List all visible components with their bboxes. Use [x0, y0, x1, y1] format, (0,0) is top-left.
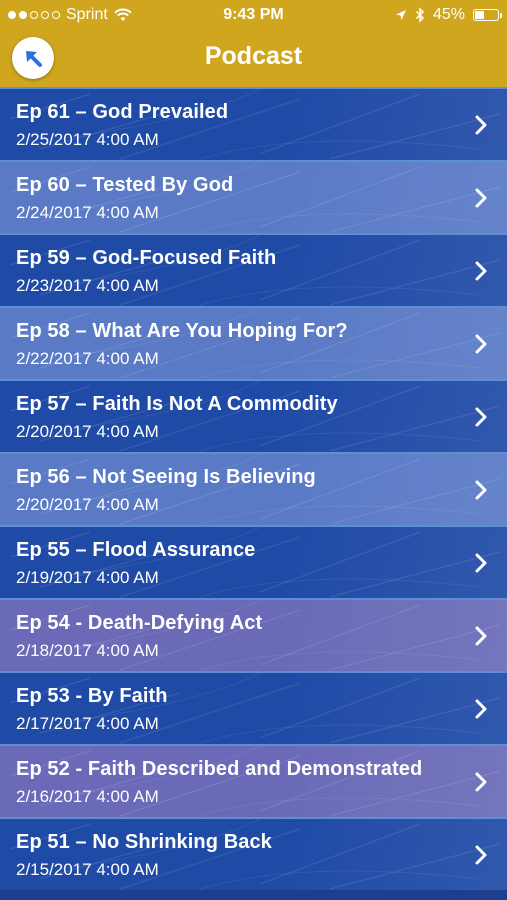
list-item[interactable]: Ep 61 – God Prevailed 2/25/2017 4:00 AM — [0, 87, 507, 160]
chevron-right-icon — [475, 699, 487, 719]
list-item[interactable]: Ep 55 – Flood Assurance 2/19/2017 4:00 A… — [0, 525, 507, 598]
episode-title: Ep 60 – Tested By God — [16, 174, 234, 196]
battery-level — [475, 11, 485, 19]
battery-percent: 45% — [432, 6, 465, 23]
episode-list: Ep 61 – God Prevailed 2/25/2017 4:00 AM … — [0, 87, 507, 890]
location-icon — [395, 10, 406, 20]
chevron-right-icon — [475, 772, 487, 792]
episode-date: 2/15/2017 4:00 AM — [16, 860, 159, 879]
episode-title: Ep 61 – God Prevailed — [16, 101, 229, 123]
list-item[interactable]: Ep 59 – God-Focused Faith 2/23/2017 4:00… — [0, 233, 507, 306]
nav-bar: Podcast — [0, 30, 507, 87]
chevron-right-icon — [475, 553, 487, 573]
list-item[interactable]: Ep 52 - Faith Described and Demonstrated… — [0, 744, 507, 817]
list-item[interactable]: Ep 51 – No Shrinking Back 2/15/2017 4:00… — [0, 817, 507, 890]
episode-date: 2/16/2017 4:00 AM — [16, 787, 159, 806]
episode-title: Ep 55 – Flood Assurance — [16, 539, 256, 561]
list-item[interactable]: Ep 58 – What Are You Hoping For? 2/22/20… — [0, 306, 507, 379]
status-bar: Sprint 9:43 PM 45% — [0, 0, 507, 30]
episode-date: 2/25/2017 4:00 AM — [16, 130, 159, 149]
episode-title: Ep 54 - Death-Defying Act — [16, 612, 263, 634]
battery-icon — [473, 9, 502, 21]
chevron-right-icon — [475, 845, 487, 865]
episode-title: Ep 57 – Faith Is Not A Commodity — [16, 393, 338, 415]
chevron-right-icon — [475, 188, 487, 208]
chevron-right-icon — [475, 407, 487, 427]
header: Sprint 9:43 PM 45% Podcast — [0, 0, 507, 87]
episode-title: Ep 51 – No Shrinking Back — [16, 831, 272, 853]
chevron-right-icon — [475, 626, 487, 646]
list-item[interactable]: Ep 60 – Tested By God 2/24/2017 4:00 AM — [0, 160, 507, 233]
episode-date: 2/23/2017 4:00 AM — [16, 276, 159, 295]
chevron-right-icon — [475, 261, 487, 281]
list-item[interactable]: Ep 57 – Faith Is Not A Commodity 2/20/20… — [0, 379, 507, 452]
episode-title: Ep 58 – What Are You Hoping For? — [16, 320, 348, 342]
episode-date: 2/18/2017 4:00 AM — [16, 641, 159, 660]
episode-date: 2/24/2017 4:00 AM — [16, 203, 159, 222]
chevron-right-icon — [475, 480, 487, 500]
bluetooth-icon — [415, 7, 425, 23]
list-item[interactable]: Ep 54 - Death-Defying Act 2/18/2017 4:00… — [0, 598, 507, 671]
episode-date: 2/19/2017 4:00 AM — [16, 568, 159, 587]
page-title: Podcast — [204, 42, 303, 70]
episode-title: Ep 53 - By Faith — [16, 685, 168, 707]
episode-title: Ep 52 - Faith Described and Demonstrated — [16, 758, 423, 780]
list-item[interactable]: Ep 53 - By Faith 2/17/2017 4:00 AM — [0, 671, 507, 744]
chevron-right-icon — [475, 334, 487, 354]
list-item[interactable]: Ep 56 – Not Seeing Is Believing 2/20/201… — [0, 452, 507, 525]
status-right-group: 45% — [395, 6, 502, 24]
chevron-right-icon — [475, 115, 487, 135]
episode-date: 2/20/2017 4:00 AM — [16, 422, 159, 441]
episode-date: 2/20/2017 4:00 AM — [16, 495, 159, 514]
episode-title: Ep 56 – Not Seeing Is Believing — [16, 466, 316, 488]
episode-title: Ep 59 – God-Focused Faith — [16, 247, 277, 269]
episode-date: 2/22/2017 4:00 AM — [16, 349, 159, 368]
episode-date: 2/17/2017 4:00 AM — [16, 714, 159, 733]
